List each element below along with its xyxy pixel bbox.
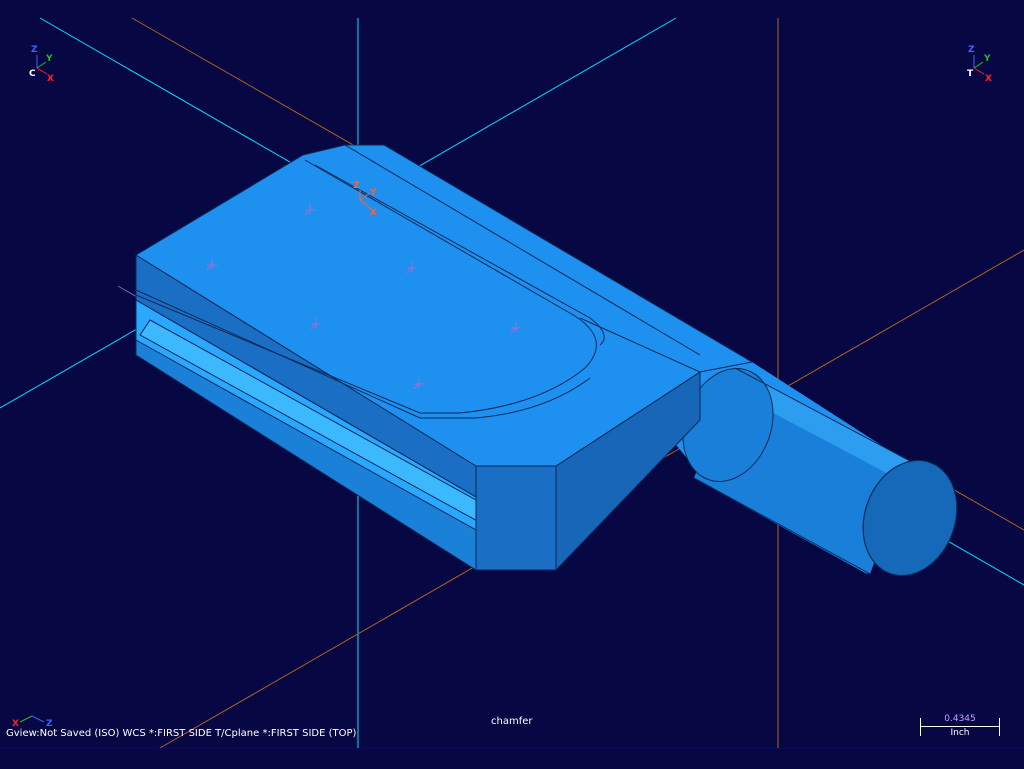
entity-label: chamfer — [491, 716, 533, 727]
gnomon-tr-t: T — [967, 69, 974, 79]
gnomon-tr-x: X — [985, 74, 992, 84]
model-gnomon-x: X — [370, 208, 377, 218]
gnomon-tl-z: Z — [31, 45, 38, 55]
model-gnomon-y: Y — [369, 188, 377, 198]
gnomon-top-left: Z Y C X — [29, 45, 54, 84]
scale-bar — [920, 726, 1000, 727]
scale-indicator: 0.4345 Inch — [920, 714, 1000, 738]
view-status-text: Gview:Not Saved (ISO) WCS *:FIRST SIDE T… — [6, 728, 357, 739]
gnomon-tr-y: Y — [983, 54, 991, 64]
gnomon-tl-c: C — [29, 69, 36, 79]
model-gnomon-z: Z — [353, 181, 360, 191]
gnomon-tr-z: Z — [968, 45, 975, 55]
scale-unit: Inch — [950, 728, 970, 738]
gnomon-tl-y: Y — [45, 54, 53, 64]
gnomon-tl-x: X — [47, 74, 54, 84]
scale-value: 0.4345 — [944, 714, 976, 724]
block-body[interactable] — [135, 144, 754, 572]
graphics-viewport[interactable]: Z Y X Z Y C X Z Y T X X Z chamfer Gview:… — [0, 0, 1024, 769]
model-scene[interactable]: Z Y X Z Y C X Z Y T X X Z — [0, 0, 1024, 768]
gnomon-top-right: Z Y T X — [967, 45, 992, 84]
bottom-bar — [0, 748, 1024, 769]
